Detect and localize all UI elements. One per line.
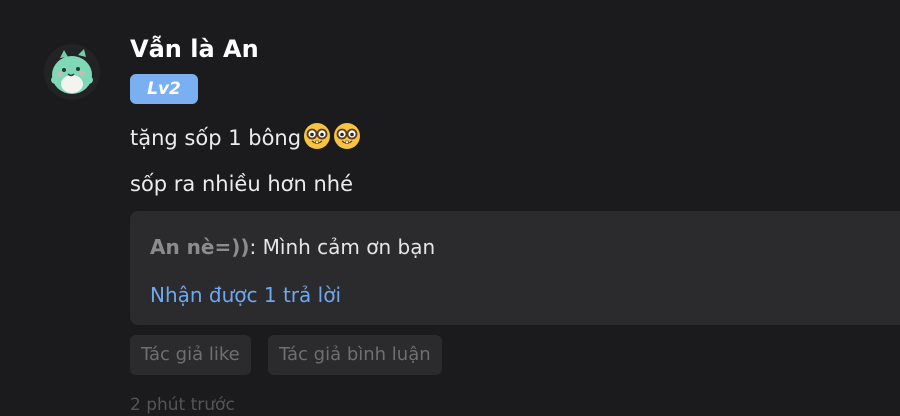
nerd-face-emoji xyxy=(334,123,361,149)
reply-line: An nè=)): Mình cảm ơn bạn xyxy=(150,233,435,261)
level-badge: Lv2 xyxy=(130,74,198,104)
comment-text: tặng sốp 1 bông xyxy=(130,126,302,150)
view-replies-link[interactable]: Nhận được 1 trả lời xyxy=(150,281,341,309)
reply-text: Mình cảm ơn bạn xyxy=(262,235,436,259)
author-liked-tag: Tác giả like xyxy=(130,335,251,375)
comment-item: Vẫn là An Lv2 tặng sốp 1 bông sốp ra nhi… xyxy=(0,0,900,416)
comment-text: sốp ra nhiều hơn nhé xyxy=(130,172,354,196)
avatar[interactable] xyxy=(44,44,100,100)
timestamp: 2 phút trước xyxy=(130,395,235,415)
reply-author[interactable]: An nè=)) xyxy=(150,235,250,259)
reply-preview[interactable]: An nè=)): Mình cảm ơn bạn Nhận được 1 tr… xyxy=(130,211,900,325)
username[interactable]: Vẫn là An xyxy=(130,32,259,66)
dinosaur-avatar-icon xyxy=(44,44,100,100)
reply-separator: : xyxy=(249,235,263,259)
nerd-face-emoji xyxy=(304,123,331,149)
author-commented-tag: Tác giả bình luận xyxy=(268,335,442,375)
comment-text-line: tặng sốp 1 bông xyxy=(130,122,361,153)
